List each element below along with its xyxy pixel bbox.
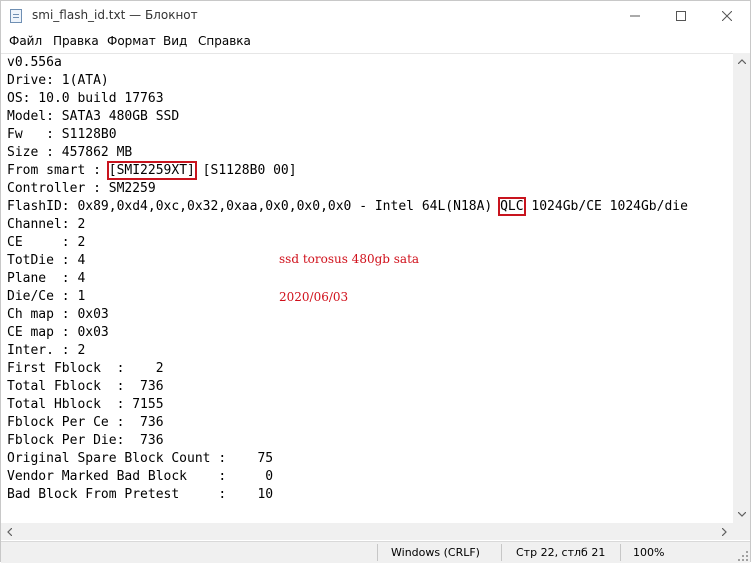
close-icon — [722, 11, 732, 21]
scroll-right-button[interactable] — [716, 523, 733, 540]
menu-view[interactable]: Вид — [163, 34, 187, 48]
text-line: TotDie : 4 — [7, 253, 86, 268]
line-ending-status: Windows (CRLF) — [391, 546, 480, 559]
menu-format[interactable]: Формат — [107, 34, 156, 48]
menu-help[interactable]: Справка — [198, 34, 251, 48]
text-line-from-smart: From smart : [SMI2259XT] [S1128B0 00] — [7, 161, 297, 180]
annotation-note: ssd torosus 480gb sata — [279, 252, 420, 266]
chevron-left-icon — [7, 527, 12, 536]
text-line: CE : 2 — [7, 235, 86, 250]
status-divider — [620, 544, 621, 561]
scroll-up-button[interactable] — [733, 53, 750, 70]
title-bar[interactable]: smi_flash_id.txt — Блокнот — [1, 1, 750, 31]
flashid-rest: 1024Gb/CE 1024Gb/die — [523, 199, 688, 214]
text-line: Controller : SM2259 — [7, 181, 156, 196]
chevron-up-icon — [737, 59, 746, 64]
text-line: Inter. : 2 — [7, 343, 86, 358]
text-line: v0.556a — [7, 55, 62, 70]
text-line: Ch map : 0x03 — [7, 307, 109, 322]
maximize-button[interactable] — [658, 1, 704, 31]
text-line: Original Spare Block Count : 75 — [7, 451, 274, 466]
qlc-highlight: QLC — [498, 197, 526, 216]
maximize-icon — [676, 11, 686, 21]
vertical-scrollbar[interactable] — [733, 53, 750, 523]
text-line-flashid: FlashID: 0x89,0xd4,0xc,0x32,0xaa,0x0,0x0… — [7, 197, 688, 216]
scrollbar-corner — [733, 523, 750, 540]
text-line: Drive: 1(ATA) — [7, 73, 109, 88]
text-line: Die/Ce : 1 — [7, 289, 86, 304]
text-line: First Fblock : 2 — [7, 361, 164, 376]
text-line: Fw : S1128B0 — [7, 127, 117, 142]
zoom-status: 100% — [633, 546, 665, 559]
horizontal-scrollbar[interactable] — [1, 523, 733, 540]
text-line: Model: SATA3 480GB SSD — [7, 109, 180, 124]
chevron-down-icon — [737, 512, 746, 517]
menu-bar: Файл Правка Формат Вид Справка — [1, 31, 750, 51]
text-line: Size : 457862 MB — [7, 145, 133, 160]
text-line: Bad Block From Pretest : 10 — [7, 487, 274, 502]
smart-rest: [S1128B0 00] — [194, 163, 297, 178]
text-line: OS: 10.0 build 17763 — [7, 91, 164, 106]
text-line: Fblock Per Die: 736 — [7, 433, 164, 448]
menu-edit[interactable]: Правка — [53, 34, 99, 48]
resize-grip-icon[interactable] — [738, 551, 748, 561]
status-divider — [377, 544, 378, 561]
scroll-down-button[interactable] — [733, 506, 750, 523]
minimize-icon — [630, 15, 640, 17]
text-line: CE map : 0x03 — [7, 325, 109, 340]
text-line: Vendor Marked Bad Block : 0 — [7, 469, 274, 484]
annotation-date: 2020/06/03 — [279, 290, 349, 304]
from-smart-label: From smart : — [7, 163, 109, 178]
notepad-window: smi_flash_id.txt — Блокнот Файл Правка Ф… — [0, 0, 751, 563]
scroll-left-button[interactable] — [1, 523, 18, 540]
status-divider — [501, 544, 502, 561]
menu-file[interactable]: Файл — [9, 34, 42, 48]
status-bar: Windows (CRLF) Стр 22, стлб 21 100% — [1, 541, 750, 563]
chevron-right-icon — [722, 527, 727, 536]
cursor-position-status: Стр 22, стлб 21 — [516, 546, 606, 559]
window-title: smi_flash_id.txt — Блокнот — [32, 8, 198, 22]
notepad-icon — [10, 9, 22, 23]
close-button[interactable] — [704, 1, 750, 31]
text-line: Plane : 4 — [7, 271, 86, 286]
text-line: Total Fblock : 736 — [7, 379, 164, 394]
text-editor[interactable]: v0.556a Drive: 1(ATA) OS: 10.0 build 177… — [1, 53, 733, 524]
minimize-button[interactable] — [612, 1, 658, 31]
text-line: Fblock Per Ce : 736 — [7, 415, 164, 430]
text-line: Channel: 2 — [7, 217, 86, 232]
smart-highlight: [SMI2259XT] — [106, 161, 197, 180]
text-line: Total Hblock : 7155 — [7, 397, 164, 412]
flashid-label: FlashID: 0x89,0xd4,0xc,0x32,0xaa,0x0,0x0… — [7, 199, 501, 214]
